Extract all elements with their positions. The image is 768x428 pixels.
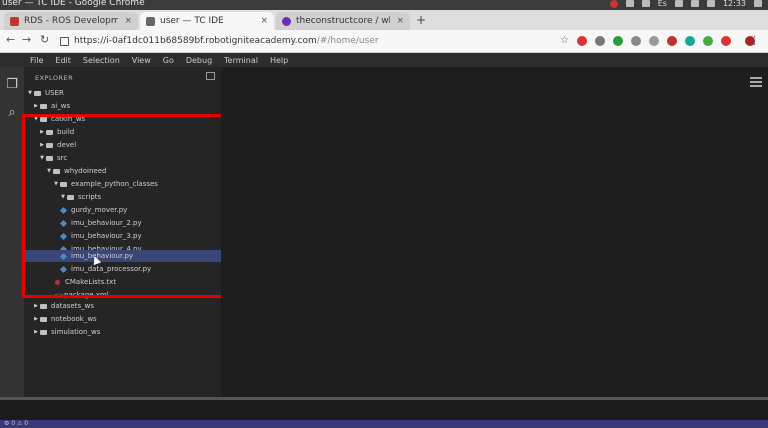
forward-arrow-icon[interactable]: →	[22, 33, 31, 46]
browser-tab-strip: RDS - ROS Development S × user — TC IDE …	[0, 10, 768, 30]
chrome-menu-icon[interactable]: ⋮	[749, 34, 760, 47]
extension-icon[interactable]	[630, 35, 641, 46]
menu-view[interactable]: View	[132, 56, 151, 65]
bottom-panel	[0, 400, 768, 420]
github-favicon-icon	[282, 16, 291, 26]
tab-label: user — TC IDE	[160, 16, 224, 26]
tab-github[interactable]: theconstructcore / whyd ×	[276, 12, 410, 30]
collapsed-chevron-icon: ▶	[34, 329, 38, 335]
folder-icon	[34, 90, 41, 96]
tree-label: datasets_ws	[51, 302, 94, 310]
close-icon[interactable]: ×	[396, 16, 404, 26]
folder-icon	[40, 303, 47, 309]
evernote-extension-icon[interactable]	[612, 35, 623, 46]
url-path: /#/home/user	[316, 36, 379, 46]
tree-folder-ai-ws[interactable]: ▶ ai_ws	[24, 100, 229, 112]
search-icon[interactable]: ⌕	[4, 105, 20, 121]
close-icon[interactable]: ×	[260, 16, 268, 26]
menu-debug[interactable]: Debug	[186, 56, 212, 65]
new-tab-button[interactable]: +	[416, 13, 426, 27]
menu-terminal[interactable]: Terminal	[224, 56, 258, 65]
folder-icon	[40, 316, 47, 322]
activity-bar: ❐ ⌕	[0, 67, 24, 397]
menu-go[interactable]: Go	[163, 56, 174, 65]
collapsed-chevron-icon: ▶	[34, 316, 38, 322]
url-host: https://i-0af1dc011b68589bf.robotignitea…	[74, 36, 317, 46]
extension-icon[interactable]	[666, 35, 677, 46]
problems-counter[interactable]: ⚙ 0 ⚠ 0	[4, 420, 28, 427]
editor-area[interactable]	[221, 67, 768, 397]
collapse-all-icon[interactable]	[206, 72, 215, 80]
menu-edit[interactable]: Edit	[55, 56, 71, 65]
menu-selection[interactable]: Selection	[83, 56, 120, 65]
menu-file[interactable]: File	[30, 56, 43, 65]
tree-folder-user[interactable]: ▼ USER	[24, 87, 223, 99]
wifi-icon[interactable]	[641, 0, 650, 7]
clock[interactable]: 12:33	[723, 0, 746, 8]
close-icon[interactable]: ×	[124, 16, 132, 26]
rds-favicon-icon	[10, 16, 19, 26]
ide-menu-bar: File Edit Selection View Go Debug Termin…	[0, 53, 768, 67]
extension-icon[interactable]	[648, 35, 659, 46]
extension-icon[interactable]	[594, 35, 605, 46]
browser-toolbar: ← → ↻ https://i-0af1dc011b68589bf.roboti…	[0, 30, 768, 53]
os-title-bar: user — TC IDE - Google Chrome Es 12:33	[0, 0, 768, 10]
tab-rds[interactable]: RDS - ROS Development S ×	[4, 12, 138, 30]
pinterest-extension-icon[interactable]	[720, 35, 731, 46]
tab-label: theconstructcore / whyd	[296, 16, 390, 26]
ubuntu-update-icon[interactable]	[609, 0, 618, 8]
status-bar: ⚙ 0 ⚠ 0	[0, 420, 768, 428]
files-icon[interactable]: ❐	[4, 77, 20, 93]
tab-tc-ide[interactable]: user — TC IDE ×	[140, 12, 274, 30]
collapsed-chevron-icon: ▶	[34, 103, 38, 109]
system-tray: Es 12:33	[609, 0, 762, 8]
page-favicon-icon	[146, 16, 155, 26]
highlight-box	[22, 114, 252, 298]
address-bar[interactable]: https://i-0af1dc011b68589bf.robotignitea…	[60, 34, 560, 48]
settings-gear-icon[interactable]	[754, 0, 762, 7]
extensions-row: ☆	[560, 35, 755, 46]
tree-label: ai_ws	[51, 102, 71, 110]
folder-icon	[40, 329, 47, 335]
tree-folder-notebook-ws[interactable]: ▶ notebook_ws	[24, 313, 229, 325]
tree-label: USER	[45, 89, 64, 97]
explorer-title: EXPLORER	[35, 74, 74, 82]
lock-icon	[60, 36, 69, 46]
tree-label: simulation_ws	[51, 328, 101, 336]
dropbox-icon[interactable]	[625, 0, 634, 7]
bookmark-star-icon[interactable]: ☆	[560, 35, 569, 46]
menu-help[interactable]: Help	[270, 56, 288, 65]
battery-icon[interactable]	[690, 0, 699, 7]
folder-icon	[40, 103, 47, 109]
collapsed-chevron-icon: ▶	[34, 303, 38, 309]
extension-icon[interactable]	[684, 35, 695, 46]
window-title: user — TC IDE - Google Chrome	[2, 0, 145, 8]
tree-label: notebook_ws	[51, 315, 97, 323]
keyboard-layout-indicator[interactable]: Es	[658, 0, 667, 8]
expanded-chevron-icon: ▼	[28, 90, 32, 96]
back-arrow-icon[interactable]: ←	[6, 33, 15, 46]
extension-icon[interactable]	[702, 35, 713, 46]
adblock-extension-icon[interactable]	[576, 35, 587, 46]
reload-icon[interactable]: ↻	[40, 33, 49, 46]
tree-folder-datasets-ws[interactable]: ▶ datasets_ws	[24, 300, 229, 312]
bluetooth-icon[interactable]	[674, 0, 683, 7]
volume-icon[interactable]	[706, 0, 715, 7]
tree-folder-simulation-ws[interactable]: ▶ simulation_ws	[24, 326, 229, 338]
outline-list-icon[interactable]	[750, 77, 762, 87]
tab-label: RDS - ROS Development S	[24, 16, 119, 26]
